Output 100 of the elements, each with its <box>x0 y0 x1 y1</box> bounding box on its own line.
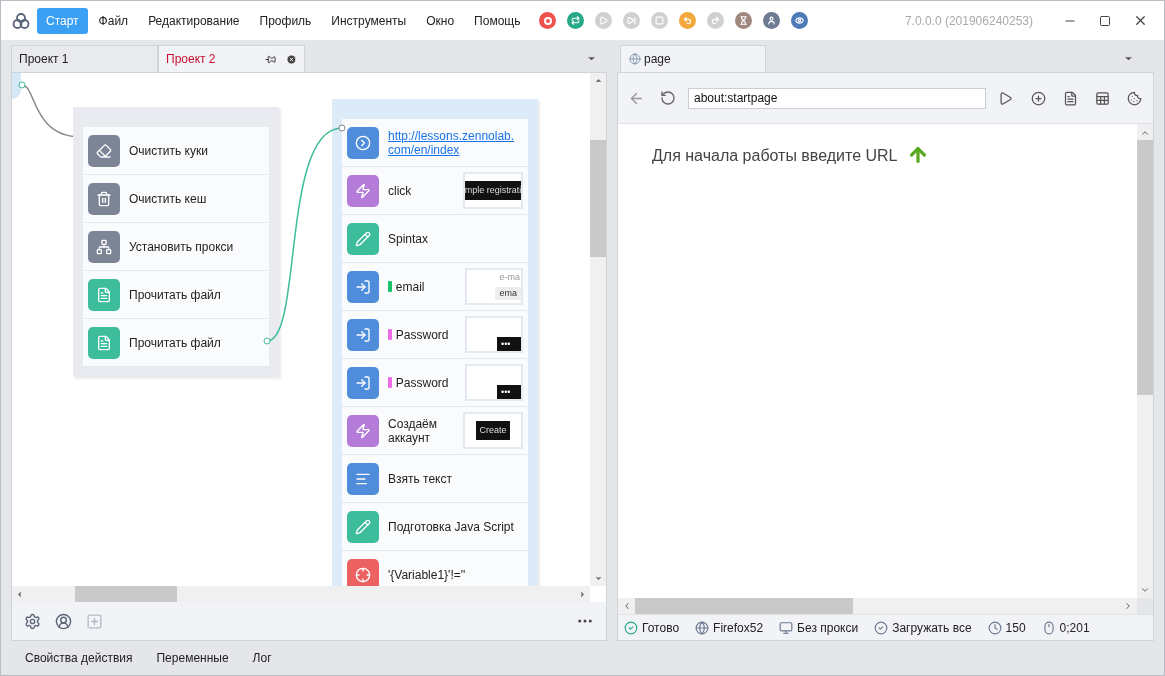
action-label: Spintax <box>388 231 430 246</box>
settings-icon[interactable] <box>24 612 41 630</box>
scroll-up-icon[interactable] <box>1140 128 1150 138</box>
action-label: email <box>395 279 426 294</box>
document-icon[interactable] <box>1063 90 1078 106</box>
pencil-icon <box>347 222 379 255</box>
browser-tab[interactable]: page <box>620 45 766 72</box>
scrollbar-thumb[interactable] <box>1137 140 1153 395</box>
action-label: '{Variable1}'!='' <box>388 567 467 582</box>
scrollbar-thumb[interactable] <box>75 586 177 602</box>
play-icon <box>599 16 609 25</box>
action-node[interactable]: Spintax <box>342 215 528 263</box>
toolbar-button[interactable] <box>679 12 697 29</box>
action-node[interactable]: Подготовка Java Script <box>342 503 528 551</box>
action-label: Создаём аккаунт <box>388 416 439 445</box>
go-icon[interactable] <box>998 90 1013 106</box>
stop-icon <box>655 16 665 25</box>
scrollbar-thumb[interactable] <box>635 598 853 614</box>
action-node[interactable]: Очистить куки <box>83 127 269 175</box>
maximize-icon[interactable] <box>1099 14 1111 27</box>
toolbar-button[interactable] <box>791 12 809 29</box>
bottom-tab[interactable]: Лог <box>252 649 272 667</box>
menu-item[interactable]: Окно <box>417 7 464 34</box>
scrollbar-thumb[interactable] <box>590 140 606 257</box>
redo-icon <box>711 16 721 25</box>
project-tab[interactable]: Проект 1 <box>11 45 158 72</box>
vertical-scrollbar[interactable] <box>1137 124 1153 598</box>
scroll-left-icon[interactable] <box>622 601 632 611</box>
project-tab[interactable]: Проект 2 <box>158 45 305 72</box>
action-node[interactable]: Создаём аккаунт Create <box>342 407 528 455</box>
url-field[interactable]: about:startpage <box>688 87 986 109</box>
action-label: Password <box>395 375 450 390</box>
input-icon <box>347 366 379 399</box>
eye-icon <box>795 16 805 25</box>
monitor-icon <box>779 620 794 635</box>
scroll-up-icon[interactable] <box>593 76 603 85</box>
bottom-tab[interactable]: Свойства действия <box>25 649 133 667</box>
globe-icon <box>629 53 641 65</box>
scroll-right-icon[interactable] <box>1123 601 1133 611</box>
action-node[interactable]: Password ••• <box>342 359 528 407</box>
action-node[interactable]: '{Variable1}'!='' <box>342 551 528 586</box>
start-message: Для начала работы введите URL <box>652 146 898 166</box>
tab-label: Проект 2 <box>166 51 216 68</box>
toolbar-button[interactable] <box>763 12 781 29</box>
close-icon[interactable] <box>1133 13 1148 28</box>
toolbar-button[interactable] <box>735 12 753 29</box>
check-circle-icon <box>624 620 638 635</box>
horizontal-scrollbar[interactable] <box>12 586 590 602</box>
pencil-icon <box>347 510 379 543</box>
document-icon <box>88 326 120 359</box>
menu-item[interactable]: Профиль <box>250 7 321 34</box>
table-icon[interactable] <box>1095 90 1110 106</box>
repeat-icon <box>571 16 581 25</box>
user-circle-icon[interactable] <box>55 612 72 630</box>
thumbnail-text: e-ma <box>499 271 520 284</box>
version-label: 7.0.0.0 (201906240253) <box>904 12 1033 30</box>
url-link[interactable]: http://lessons.zennolab.com/en/index <box>388 128 516 157</box>
action-node[interactable]: http://lessons.zennolab.com/en/index <box>342 119 528 167</box>
target-icon <box>347 558 379 586</box>
user-icon <box>767 16 777 25</box>
status-text: Готово <box>642 619 680 637</box>
cookie-icon[interactable] <box>1127 90 1142 106</box>
check-icon <box>874 620 889 635</box>
refresh-icon[interactable] <box>660 90 676 106</box>
menu-item[interactable]: Инструменты <box>322 7 416 34</box>
action-label: Взять текст <box>388 471 453 486</box>
trash-icon <box>88 182 120 215</box>
close-tab-icon[interactable] <box>286 53 297 65</box>
action-node[interactable]: Взять текст <box>342 455 528 503</box>
action-node[interactable]: Очистить кеш <box>83 175 269 223</box>
horizontal-scrollbar[interactable] <box>618 598 1137 614</box>
menu-item[interactable]: Файл <box>89 7 138 34</box>
thumbnail-text: mple registrati <box>465 180 521 201</box>
thumbnail-text: ema <box>495 286 521 300</box>
skip-icon <box>627 16 637 25</box>
document-icon <box>88 278 120 311</box>
menu-item[interactable]: Редактирование <box>139 7 249 34</box>
action-node[interactable]: Установить прокси <box>83 223 269 271</box>
action-node[interactable]: Прочитать файл <box>83 319 269 367</box>
pin-icon[interactable] <box>265 53 276 65</box>
thumbnail-text: ••• <box>497 385 521 399</box>
status-text: 0;201 <box>1059 619 1090 637</box>
scroll-down-icon[interactable] <box>593 574 603 583</box>
toolbar-button[interactable] <box>539 12 557 29</box>
clock-icon <box>987 620 1002 635</box>
thumbnail-text: Create <box>476 420 510 441</box>
add-circle-icon[interactable] <box>1031 90 1046 106</box>
action-node[interactable]: click mple registrati <box>342 167 528 215</box>
bottom-tab[interactable]: Переменные <box>156 649 229 667</box>
scroll-left-icon[interactable] <box>15 589 24 599</box>
action-node[interactable]: Прочитать файл <box>83 271 269 319</box>
action-node[interactable]: email e-ma ema <box>342 263 528 311</box>
vertical-scrollbar[interactable] <box>590 73 606 586</box>
menu-item[interactable]: Помощь <box>465 7 530 34</box>
toolbar-button[interactable] <box>567 12 585 29</box>
add-icon[interactable] <box>86 612 103 630</box>
action-label: click <box>388 183 413 198</box>
scroll-down-icon[interactable] <box>1140 585 1150 595</box>
action-node[interactable]: Password ••• <box>342 311 528 359</box>
scroll-right-icon[interactable] <box>578 589 587 599</box>
